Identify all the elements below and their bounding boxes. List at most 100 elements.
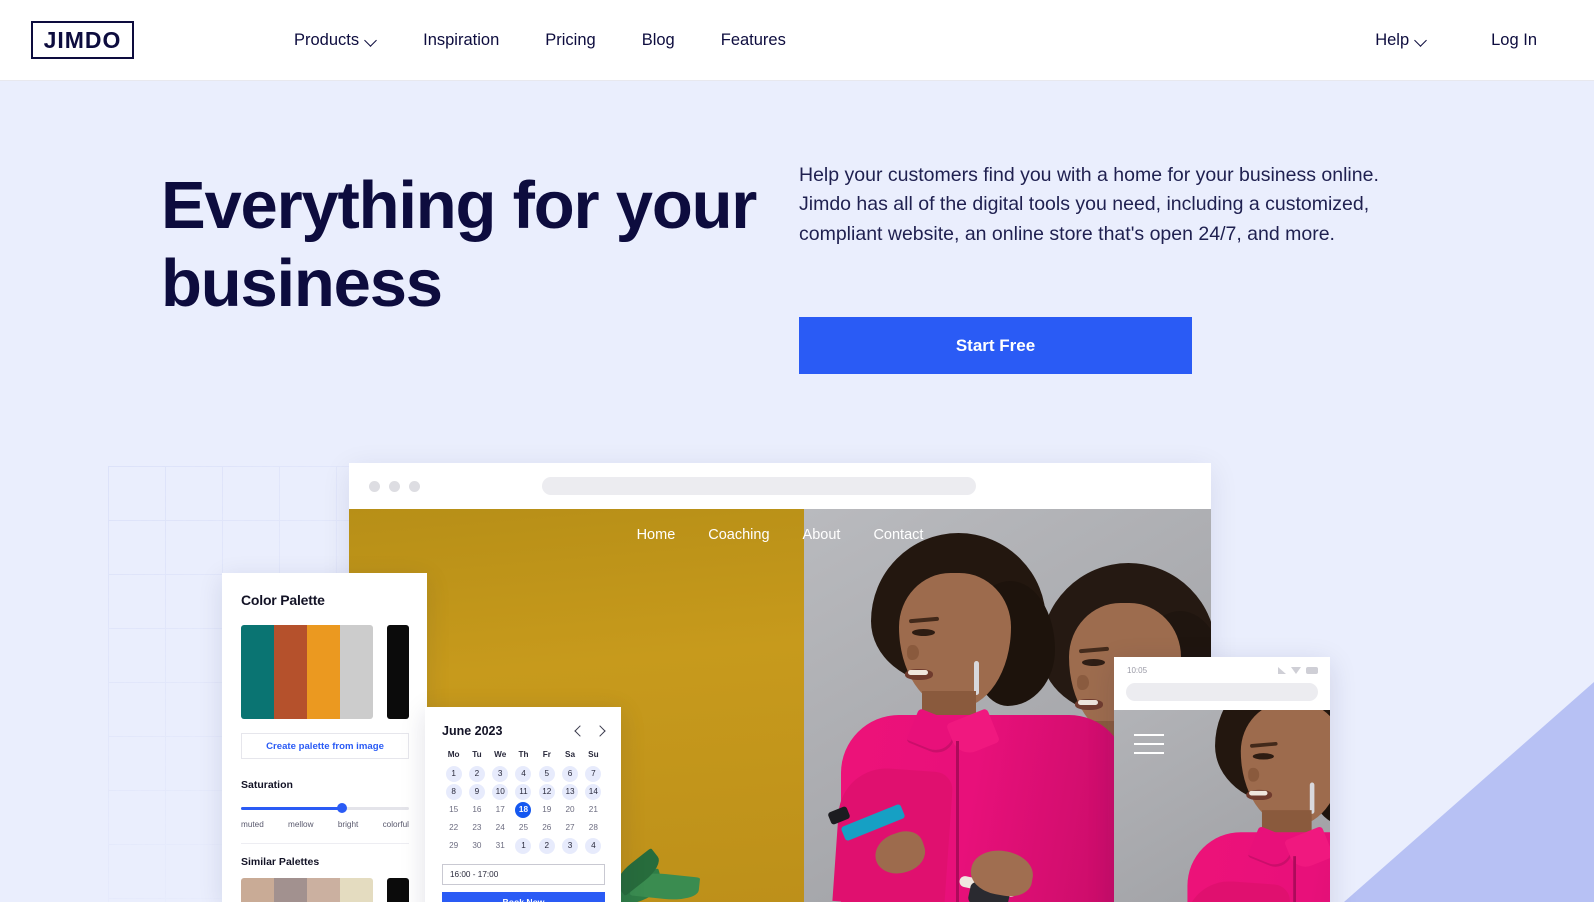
color-palette-title: Color Palette (241, 592, 325, 608)
page-root: JIMDO Products Inspiration Pricing Blog … (0, 0, 1594, 902)
saturation-slider[interactable] (241, 803, 409, 813)
calendar-grid: Mo Tu We Th Fr Sa Su 1 2 3 4 5 6 7 8 9 10 11 12 13 14 15 16 17 1… (442, 750, 605, 854)
calendar-weekday-su: Su (588, 750, 599, 759)
calendar-day-cell[interactable]: 23 (465, 820, 488, 836)
browser-chrome-bar (349, 463, 1211, 509)
nav-label-blog: Blog (641, 30, 675, 49)
calendar-day-cell[interactable]: 3 (558, 838, 581, 854)
chevron-right-icon[interactable] (596, 727, 605, 736)
calendar-day-cell[interactable]: 1 (442, 766, 465, 782)
calendar-day-cell[interactable]: 19 (535, 802, 558, 818)
chevron-down-icon (366, 35, 377, 46)
calendar-day-cell[interactable]: 2 (535, 838, 558, 854)
calendar-day-cell[interactable]: 31 (489, 838, 512, 854)
booking-calendar-card: June 2023 Mo Tu We Th Fr Sa Su 1 2 3 4 5 6 7 8 9 10 11 12 1… (425, 707, 621, 902)
mockup-nav-about[interactable]: About (803, 527, 841, 543)
similar-swatch-4[interactable] (340, 878, 373, 902)
logo-text: JIMDO (43, 26, 122, 53)
slider-thumb[interactable] (336, 803, 347, 813)
nav-item-products[interactable]: Products (294, 31, 377, 50)
calendar-day-cell[interactable]: 3 (489, 766, 512, 782)
calendar-nav (574, 727, 605, 736)
maximize-dot-icon (409, 480, 420, 492)
similar-swatch-1[interactable] (241, 878, 274, 902)
calendar-day-cell[interactable]: 21 (582, 802, 605, 818)
hero-description: Help your customers find you with a home… (799, 164, 1379, 245)
palette-swatch-row (241, 625, 409, 719)
calendar-day-cell[interactable]: 16 (465, 802, 488, 818)
calendar-day-cell[interactable]: 5 (535, 766, 558, 782)
minimize-dot-icon (389, 480, 400, 492)
calendar-day-cell[interactable]: 12 (535, 784, 558, 800)
similar-swatch-2[interactable] (274, 878, 307, 902)
palette-swatch-2[interactable] (274, 625, 307, 719)
nav-item-login[interactable]: Log In (1491, 31, 1537, 50)
nav-item-pricing[interactable]: Pricing (545, 31, 595, 50)
calendar-day-cell[interactable]: 28 (582, 820, 605, 836)
palette-swatch-4[interactable] (340, 625, 373, 719)
calendar-day-cell[interactable]: 13 (558, 784, 581, 800)
palette-swatch-3[interactable] (307, 625, 340, 719)
calendar-day-cell[interactable]: 22 (442, 820, 465, 836)
chevron-left-icon[interactable] (574, 727, 583, 736)
time-slot-field[interactable]: 16:00 - 17:00 (442, 864, 605, 885)
calendar-day-cell[interactable]: 30 (465, 838, 488, 854)
mockup-site-nav: Home Coaching About Contact (349, 527, 1211, 543)
nav-item-blog[interactable]: Blog (642, 31, 675, 50)
mockup-nav-coaching[interactable]: Coaching (708, 527, 769, 543)
start-free-button[interactable]: Start Free (799, 317, 1192, 374)
similar-palettes-label: Similar Palettes (241, 856, 320, 868)
calendar-day-cell[interactable]: 2 (465, 766, 488, 782)
hamburger-menu-icon[interactable] (1134, 734, 1164, 761)
primary-nav: Products Inspiration Pricing Blog Featur… (294, 31, 832, 50)
calendar-day-cell[interactable]: 11 (512, 784, 535, 800)
calendar-day-cell[interactable]: 26 (535, 820, 558, 836)
similar-swatch-3[interactable] (307, 878, 340, 902)
browser-url-bar[interactable] (542, 477, 976, 495)
photo-subject-woman (819, 533, 1149, 902)
calendar-day-cell[interactable]: 7 (582, 766, 605, 782)
phone-search-bar[interactable] (1126, 683, 1318, 701)
calendar-day-cell[interactable]: 6 (558, 766, 581, 782)
create-palette-from-image-button[interactable]: Create palette from image (241, 733, 409, 759)
palette-swatch-1[interactable] (241, 625, 274, 719)
calendar-day-cell[interactable]: 18 (512, 802, 535, 818)
nav-item-features[interactable]: Features (721, 31, 786, 50)
calendar-day-cell[interactable]: 4 (582, 838, 605, 854)
calendar-weekday-tu: Tu (472, 750, 482, 759)
calendar-day-cell[interactable]: 8 (442, 784, 465, 800)
calendar-day-cell[interactable]: 25 (512, 820, 535, 836)
calendar-day-cell[interactable]: 4 (512, 766, 535, 782)
nav-item-help[interactable]: Help (1375, 31, 1427, 50)
color-palette-card: Color Palette Create palette from image … (222, 573, 427, 902)
nav-item-inspiration[interactable]: Inspiration (423, 31, 499, 50)
calendar-day-cell[interactable]: 10 (489, 784, 512, 800)
jimdo-logo[interactable]: JIMDO (31, 21, 134, 59)
phone-viewport (1114, 710, 1330, 902)
calendar-day-cell[interactable]: 17 (489, 802, 512, 818)
calendar-day-cell[interactable]: 29 (442, 838, 465, 854)
nav-label-features: Features (720, 30, 786, 49)
calendar-weekday-mo: Mo (447, 750, 460, 759)
similar-swatch-solo[interactable] (387, 878, 409, 902)
battery-icon (1306, 666, 1318, 674)
calendar-day-cell[interactable]: 27 (558, 820, 581, 836)
saturation-tick-muted: muted (241, 820, 264, 829)
calendar-day-cell[interactable]: 20 (558, 802, 581, 818)
calendar-day-cell[interactable]: 15 (442, 802, 465, 818)
calendar-weekday-sa: Sa (565, 750, 576, 759)
calendar-day-cell[interactable]: 1 (512, 838, 535, 854)
similar-swatch-group[interactable] (241, 878, 373, 902)
calendar-day-cell[interactable]: 9 (465, 784, 488, 800)
calendar-day-cell[interactable]: 24 (489, 820, 512, 836)
book-now-button[interactable]: Book Now (442, 892, 605, 902)
mockup-nav-home[interactable]: Home (637, 527, 676, 543)
palette-swatch-group[interactable] (241, 625, 373, 719)
palette-swatch-solo[interactable] (387, 625, 409, 719)
saturation-tick-labels: muted mellow bright colorful (241, 820, 409, 829)
mockup-nav-contact[interactable]: Contact (873, 527, 923, 543)
calendar-day-cell[interactable]: 14 (582, 784, 605, 800)
secondary-nav: Help Log In (1311, 31, 1594, 50)
similar-palette-row (241, 878, 409, 902)
decorative-triangle (1344, 682, 1594, 902)
